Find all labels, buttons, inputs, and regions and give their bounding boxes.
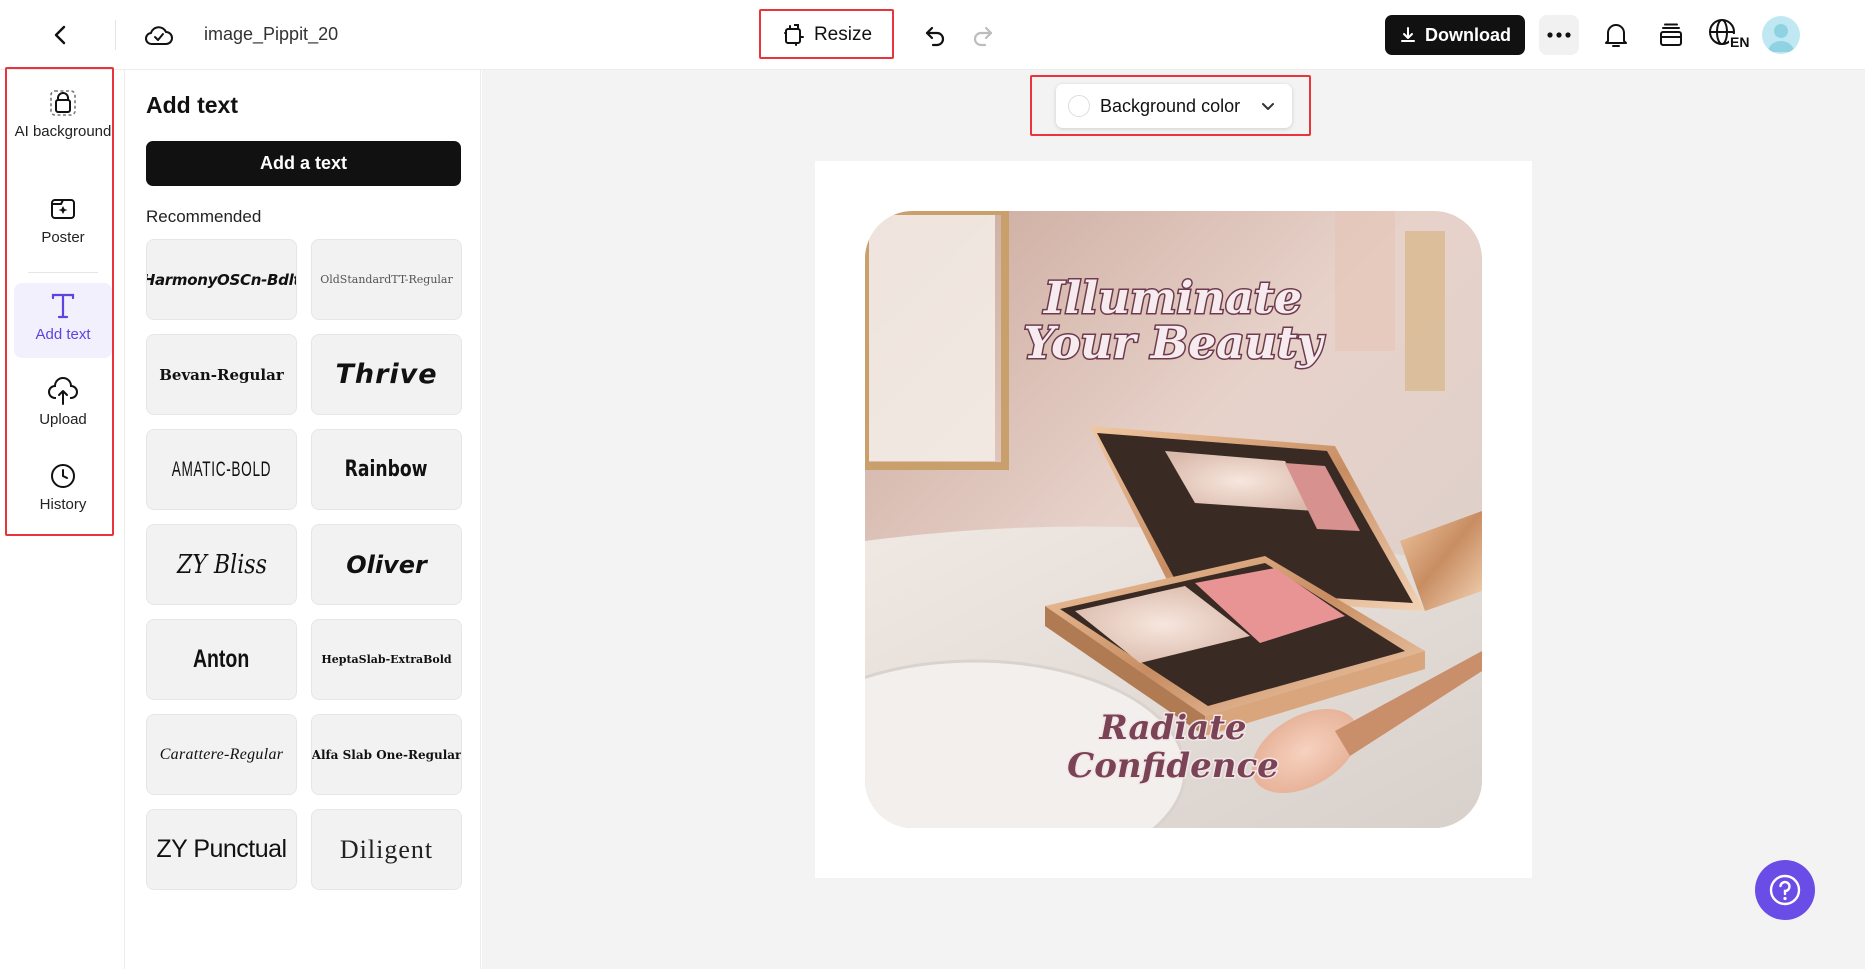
canvas-tagline-line2[interactable]: Confidence [1066, 745, 1281, 788]
help-question-icon [1769, 874, 1801, 906]
product-photo[interactable]: Illuminate Your Beauty Radiate Confidenc… [865, 211, 1482, 828]
download-icon [1401, 27, 1415, 42]
rail-item-poster[interactable]: Poster [14, 194, 112, 258]
history-icon [51, 464, 75, 488]
file-name[interactable]: image_Pippit_20 [204, 24, 338, 45]
top-bar: image_Pippit_20 Resize Download EN [0, 0, 1865, 70]
chevron-down-icon [1262, 103, 1275, 110]
rail-item-add-text[interactable]: Add text [14, 283, 112, 358]
rail-label-ai-background: AI background [14, 123, 112, 140]
canvas-headline-line2[interactable]: Your Beauty [1022, 317, 1327, 371]
rail-item-ai-background[interactable]: AI background [14, 88, 112, 166]
rail-label-upload: Upload [39, 411, 87, 428]
add-text-panel: Add text Add a text Recommended HarmonyO… [126, 70, 481, 969]
font-tile[interactable]: AMATIC-BOLD [146, 429, 297, 510]
notification-bell-icon[interactable] [1598, 17, 1634, 53]
undo-icon[interactable] [918, 18, 952, 52]
canvas-headline-line1[interactable]: Illuminate [1040, 272, 1303, 326]
font-tile[interactable]: Oliver [311, 524, 462, 605]
upload-icon [48, 377, 78, 405]
rail-label-history: History [39, 496, 87, 513]
font-tile[interactable]: Alfa Slab One-Regular [311, 714, 462, 795]
cloud-sync-icon[interactable] [142, 18, 176, 52]
design-canvas[interactable]: Illuminate Your Beauty Radiate Confidenc… [815, 161, 1532, 878]
resize-label: Resize [813, 24, 873, 45]
poster-icon [51, 199, 75, 219]
redo-icon[interactable] [966, 18, 1000, 52]
background-color-label: Background color [1100, 95, 1241, 116]
font-tile[interactable]: Thrive [311, 334, 462, 415]
help-button[interactable] [1755, 860, 1815, 920]
rail-item-history[interactable]: History [14, 461, 112, 525]
rail-item-upload[interactable]: Upload [14, 376, 112, 440]
font-tile[interactable]: ZY Punctual [146, 809, 297, 890]
font-tile[interactable]: Carattere-Regular [146, 714, 297, 795]
recommended-label: Recommended [146, 207, 262, 226]
font-tile[interactable]: Bevan-Regular [146, 334, 297, 415]
background-color-dropdown[interactable]: Background color [1056, 84, 1292, 128]
language-code: EN [1729, 34, 1751, 50]
download-button[interactable]: Download [1385, 15, 1525, 55]
layers-stack-icon[interactable] [1653, 17, 1689, 53]
font-tile[interactable]: OldStandardTT-Regular [311, 239, 462, 320]
font-preset-grid: HarmonyOSCn-Bdlt OldStandardTT-Regular B… [146, 239, 464, 890]
add-a-text-button[interactable]: Add a text [146, 141, 461, 186]
more-options-icon[interactable] [1539, 15, 1579, 55]
font-tile[interactable]: ZY Bliss [146, 524, 297, 605]
avatar[interactable] [1762, 16, 1800, 54]
font-tile[interactable]: HarmonyOSCn-Bdlt [146, 239, 297, 320]
divider [115, 20, 116, 50]
font-tile[interactable]: Anton [146, 619, 297, 700]
font-tile[interactable]: HeptaSlab-ExtraBold [311, 619, 462, 700]
color-swatch [1068, 95, 1090, 117]
rail-label-poster: Poster [41, 229, 85, 246]
panel-title: Add text [146, 92, 238, 118]
back-icon[interactable] [44, 18, 78, 52]
rail-divider [28, 272, 98, 273]
language-globe-icon[interactable]: EN [1708, 15, 1752, 55]
text-icon [51, 293, 75, 319]
resize-button[interactable]: Resize [762, 12, 892, 58]
left-tool-rail: AI background Poster Add text Upload His… [0, 67, 125, 969]
ai-background-icon [50, 90, 76, 116]
font-tile[interactable]: Diligent [311, 809, 462, 890]
rail-label-add-text: Add text [35, 326, 91, 343]
font-tile[interactable]: Rainbow [311, 429, 462, 510]
download-label: Download [1425, 24, 1511, 45]
makeup-compact-image: Illuminate Your Beauty Radiate Confidenc… [865, 211, 1482, 828]
resize-icon [783, 24, 804, 46]
canvas-tagline-line1[interactable]: Radiate [1097, 707, 1248, 750]
